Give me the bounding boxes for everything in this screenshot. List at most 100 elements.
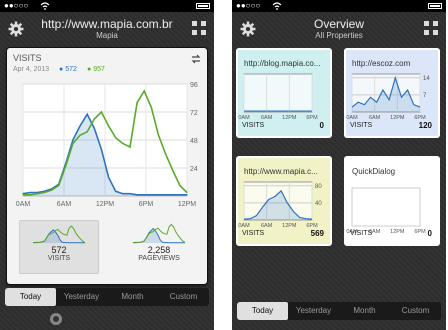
property-tile[interactable]: 40 80 0AM 6AM 12PM 6PM http://www.mapia.c... … [236, 156, 332, 246]
tile-url: http://blog.mapia.co... [244, 59, 321, 68]
property-tile[interactable]: 0AM 6AM 12PM 6PM QuickDialog VISITS 0 [344, 156, 440, 246]
data-point [100, 148, 103, 150]
x-tick-label: 6PM [414, 229, 426, 235]
legend-series-2: ● 957 [87, 66, 105, 73]
nav-bar: http://www.mapia.com.br Mapia [0, 12, 214, 44]
tile-metric-value: 0 [319, 121, 324, 130]
data-point [107, 125, 110, 127]
sparkline-area [133, 228, 185, 243]
settings-gear-icon[interactable] [240, 21, 256, 37]
tile-url: http://www.mapia.c... [244, 167, 318, 176]
property-tile[interactable]: 0AM 6AM 12PM 6PM http://blog.mapia.co... VI… [236, 48, 332, 138]
property-tile[interactable]: 7 14 0AM 6AM 12PM 6PM http://escoz.com VISITS… [344, 48, 440, 138]
metric-sparkline [32, 225, 86, 244]
legend-series-1: ● 572 [59, 66, 77, 73]
data-point [93, 127, 95, 129]
data-point [172, 194, 174, 196]
signal-indicator: ●●○○○ [4, 1, 29, 10]
tab-month[interactable]: Month [339, 302, 390, 320]
overview-grid-icon[interactable] [192, 21, 206, 35]
x-tick-label: 6PM [139, 201, 154, 208]
analytics-card: VISITS Apr 4, 2013 ● 572 ● 957 24 48 72 96 0… [7, 48, 207, 284]
metric-visits[interactable]: 572 VISITS [19, 220, 99, 274]
x-tick-label: 0AM [346, 115, 358, 121]
data-point [22, 194, 24, 196]
data-point [107, 176, 110, 178]
data-point [165, 194, 167, 196]
y-tick-label: 24 [190, 166, 198, 173]
data-point [150, 106, 152, 108]
x-tick-label: 6AM [369, 115, 381, 121]
y-tick-label: 72 [190, 110, 198, 117]
tab-month[interactable]: Month [107, 288, 158, 306]
data-point [86, 113, 88, 115]
signal-indicator: ●●○○○ [236, 1, 261, 10]
page-title: http://www.mapia.com.br [41, 17, 173, 31]
tab-custom[interactable]: Custom [158, 288, 209, 306]
data-point [157, 134, 160, 136]
data-point [122, 142, 124, 145]
data-point [172, 169, 174, 171]
x-tick-label: 0AM [238, 223, 250, 229]
page-title: Overview [313, 17, 364, 31]
home-button[interactable] [50, 313, 62, 325]
data-point [36, 193, 38, 195]
data-point [143, 90, 145, 92]
wifi-icon [272, 2, 282, 10]
data-point [100, 111, 103, 113]
tab-yesterday[interactable]: Yesterday [288, 302, 339, 320]
y-tick-label: 48 [190, 138, 198, 145]
data-point [58, 184, 60, 187]
x-tick-label: 12PM [178, 201, 196, 208]
period-tabs: Today Yesterday Month Custom [5, 288, 209, 306]
data-point [136, 102, 138, 104]
plot-area [243, 73, 313, 113]
data-point [79, 134, 81, 136]
data-point [79, 125, 81, 127]
tile-url: http://escoz.com [352, 59, 411, 68]
x-tick-label: 12PM [390, 229, 405, 235]
data-point [115, 137, 117, 139]
data-point [115, 190, 117, 192]
x-tick-label: 0AM [16, 201, 31, 208]
data-point [136, 194, 138, 196]
detail-screen: ●●○○○ http://www.mapia.com.br Mapia VISI… [0, 0, 214, 330]
metric-label: PAGEVIEWS [138, 255, 180, 262]
swap-icon[interactable] [191, 54, 201, 64]
metric-value: 2,258 [147, 245, 171, 255]
tile-metric-label: VISITS [242, 230, 265, 237]
x-tick-label: 12PM [282, 223, 297, 229]
data-point [43, 191, 45, 194]
tile-metric-value: 569 [310, 229, 324, 238]
card-heading: VISITS [13, 53, 42, 63]
data-point [165, 153, 167, 155]
metric-bounce-rate[interactable] [19, 274, 99, 284]
data-point [186, 191, 188, 194]
tab-today[interactable]: Today [5, 288, 56, 306]
tile-url: QuickDialog [352, 167, 396, 176]
data-point [179, 194, 181, 196]
data-point [150, 194, 152, 196]
data-point [157, 194, 160, 196]
data-point [72, 142, 74, 145]
overview-grid-icon[interactable] [424, 21, 438, 35]
data-point [93, 118, 95, 120]
data-point [122, 193, 124, 195]
data-point [65, 165, 67, 167]
data-point [29, 191, 31, 194]
y-tick-label: 14 [423, 76, 430, 82]
settings-gear-icon[interactable] [8, 21, 24, 37]
tab-yesterday[interactable]: Yesterday [56, 288, 107, 306]
data-point [186, 194, 188, 196]
metric-pageviews[interactable]: 2,258 PAGEVIEWS [119, 220, 199, 274]
tab-custom[interactable]: Custom [390, 302, 441, 320]
tile-metric-label: VISITS [350, 122, 373, 129]
sparkline-area [33, 229, 85, 243]
tab-today[interactable]: Today [237, 302, 288, 320]
tile-metric-value: 120 [418, 121, 432, 130]
x-tick-label: 0AM [238, 115, 250, 121]
legend-series-1-label: 572 [65, 66, 77, 73]
tile-metric-label: VISITS [350, 230, 373, 237]
overview-screen: ●●○○○ Overview All Properties 0AM 6AM 12PM… [232, 0, 446, 330]
card-date: Apr 4, 2013 [13, 66, 50, 73]
